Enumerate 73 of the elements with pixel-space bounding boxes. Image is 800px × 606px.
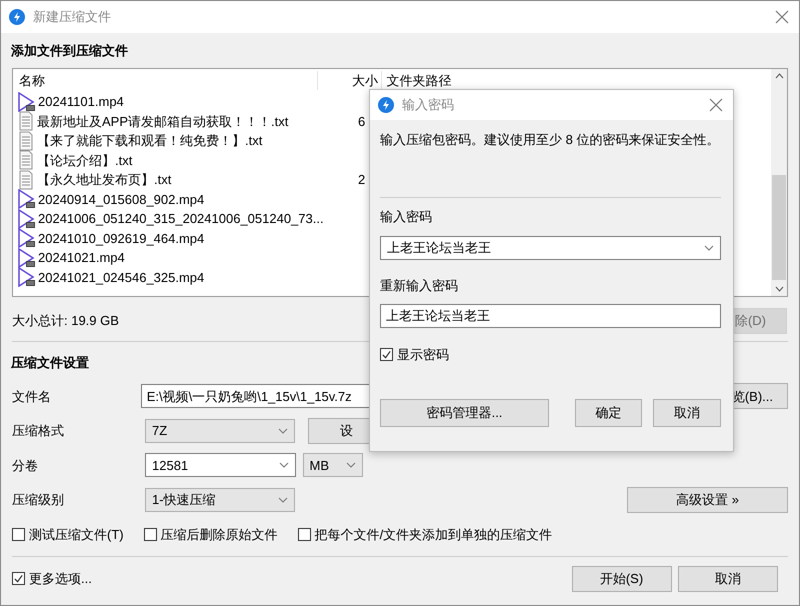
- column-header[interactable]: 名称: [13, 70, 318, 90]
- checkbox[interactable]: [12, 572, 25, 585]
- checkbox-label: 把每个文件/文件夹添加到单独的压缩文件: [314, 526, 552, 544]
- dropdown[interactable]: 1-快速压缩: [145, 488, 295, 512]
- field-label: 输入密码: [380, 208, 433, 226]
- checkbox[interactable]: [298, 528, 311, 541]
- field-label: 重新输入密码: [380, 277, 459, 295]
- checkbox[interactable]: [144, 528, 157, 541]
- file-name[interactable]: 20241010_092619_464.mp4: [38, 228, 204, 248]
- file-size: 2: [357, 171, 366, 189]
- check-icon: [381, 348, 392, 360]
- checkbox-label: 显示密码: [397, 346, 449, 364]
- video-file-icon: [17, 228, 36, 248]
- caret-icon: [279, 462, 289, 468]
- text-file-icon: [17, 111, 35, 132]
- dialog-title: 输入密码: [402, 96, 454, 114]
- caret-icon: [278, 496, 288, 503]
- file-name[interactable]: 【来了就能下载和观看！纯免费！】.txt: [37, 131, 262, 150]
- dropdown[interactable]: 12581: [145, 453, 296, 478]
- ok-button[interactable]: 确定: [575, 399, 642, 427]
- field-label: 分卷: [12, 456, 39, 474]
- caret-icon: [346, 462, 356, 468]
- file-name[interactable]: 20241021.mp4: [38, 248, 125, 268]
- video-file-icon: [17, 208, 36, 229]
- close-icon[interactable]: [775, 10, 789, 24]
- field-label: 压缩格式: [12, 422, 65, 440]
- file-name[interactable]: 【论坛介绍】.txt: [37, 150, 132, 170]
- field-label: 压缩级别: [12, 491, 65, 509]
- dropdown[interactable]: MB: [302, 453, 362, 478]
- password-manager-button[interactable]: 密码管理器...: [380, 399, 549, 427]
- file-name[interactable]: 20240914_015608_902.mp4: [38, 190, 204, 209]
- checkbox[interactable]: [380, 348, 393, 361]
- text-file-icon: [17, 150, 35, 170]
- scroll-down-icon: [774, 286, 784, 292]
- password-field[interactable]: 上老王论坛当老王: [380, 236, 721, 260]
- scrollbar[interactable]: [771, 69, 787, 296]
- app-logo-icon: [9, 9, 25, 25]
- dropdown[interactable]: 7Z: [145, 418, 295, 443]
- cancel-button[interactable]: 取消: [678, 566, 778, 592]
- dialog-description: 输入压缩包密码。建议使用至少 8 位的密码来保证安全性。: [380, 131, 720, 149]
- text-file-icon: [17, 130, 35, 151]
- checkbox-label: 测试压缩文件(T): [29, 526, 124, 544]
- file-name[interactable]: 最新地址及APP请发邮箱自动获取！！！.txt: [37, 112, 288, 131]
- check-icon: [13, 573, 24, 584]
- close-icon[interactable]: [709, 98, 723, 112]
- file-name[interactable]: 【永久地址发布页】.txt: [37, 170, 172, 190]
- file-name[interactable]: 20241101.mp4: [38, 92, 124, 112]
- field-label: 文件名: [12, 388, 52, 406]
- file-size: 6: [357, 112, 366, 130]
- checkbox[interactable]: [12, 528, 25, 541]
- section-heading: 压缩文件设置: [10, 354, 89, 372]
- text-file-icon: [17, 170, 35, 190]
- file-name[interactable]: 20241006_051240_315_20241006_051240_73...: [38, 209, 324, 228]
- checkbox-label: 更多选项...: [29, 570, 92, 588]
- start-button[interactable]: 开始(S): [572, 566, 672, 592]
- app-logo-icon: [378, 97, 394, 113]
- video-file-icon: [17, 248, 36, 268]
- caret-icon: [278, 428, 288, 434]
- scrollbar-thumb[interactable]: [772, 175, 786, 280]
- video-file-icon: [17, 267, 36, 288]
- file-name[interactable]: 20241021_024546_325.mp4: [38, 268, 204, 287]
- scroll-up-icon: [774, 73, 784, 79]
- window-title: 新建压缩文件: [33, 8, 111, 26]
- video-file-icon: [17, 189, 36, 210]
- section-heading: 添加文件到压缩文件: [10, 42, 128, 60]
- caret-icon: [704, 245, 714, 251]
- advanced-settings-button[interactable]: 高级设置 »: [627, 486, 788, 513]
- confirm-password-field[interactable]: 上老王论坛当老王: [380, 304, 721, 328]
- total-size-label: 大小总计: 19.9 GB: [12, 312, 119, 330]
- column-header[interactable]: 大小: [318, 70, 378, 90]
- video-file-icon: [17, 92, 36, 112]
- checkbox-label: 压缩后删除原始文件: [160, 526, 278, 544]
- cancel-button[interactable]: 取消: [653, 399, 721, 427]
